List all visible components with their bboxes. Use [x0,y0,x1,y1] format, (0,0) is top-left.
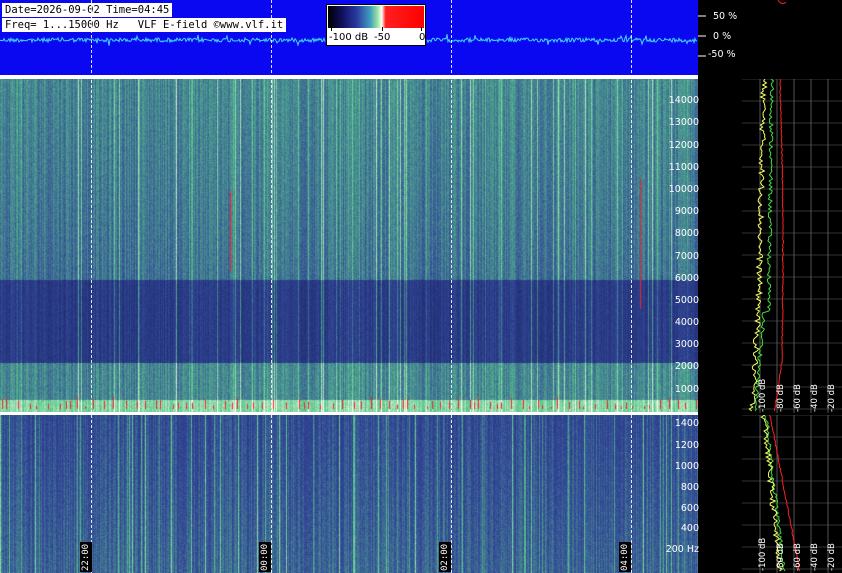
color-scale-min-label: -100 dB [329,32,369,43]
freq-tick-label: 9000 [674,206,699,217]
freq-tick-label: 200 Hz [665,544,699,555]
freq-tick-label: 4000 [674,317,699,328]
frequency-range-label: Freq= 1...15000 Hz VLF E-field ©www.vlf.… [2,18,287,32]
vlf-spectrogram-viewer: Date=2026-09-02 Time=04:45 Freq= 1...150… [0,0,842,573]
freq-tick-label: 1200 [674,440,699,451]
freq-tick-label: 1000 [674,461,699,472]
time-label-0200: 02:00 [439,542,451,572]
time-gridline [91,0,92,573]
freq-tick-label: 14000 [668,95,699,106]
freq-tick-label: 7000 [674,251,699,262]
color-scale-tick [331,27,332,31]
freq-tick-label: 13000 [668,117,699,128]
spectrogram-high-canvas [0,79,698,413]
time-label-2200: 22:00 [80,542,92,572]
amplitude-scale-ticks [698,0,787,57]
color-scale-tick [382,27,383,31]
color-scale-bar [328,6,424,28]
time-label-0000: 00:00 [259,542,271,572]
color-scale-max-label: 0 [419,32,426,43]
freq-tick-label: 8000 [674,228,699,239]
profile-db-label: -100 dB [758,537,768,571]
freq-tick-label: 600 [680,503,699,514]
freq-tick-label: 800 [680,482,699,493]
waveform-strip: Date=2026-09-02 Time=04:45 Freq= 1...150… [0,0,698,76]
time-gridline [271,0,272,573]
spectrogram-0-1500hz [0,415,698,573]
spectrogram-low-canvas [0,415,698,573]
profile-db-label: -40 dB [810,384,820,412]
spectrum-profile-high [742,79,842,413]
color-scale-mid-label: -50 [374,32,391,43]
profile-db-label: -60 dB [793,384,803,412]
profile-db-label: -20 dB [827,543,837,571]
profile-db-label: -100 dB [758,378,768,412]
time-gridline [451,0,452,573]
color-scale-tick [421,27,422,31]
date-time-label: Date=2026-09-02 Time=04:45 [2,3,173,17]
freq-tick-label: 1400 [674,418,699,429]
freq-tick-label: 400 [680,523,699,534]
freq-tick-label: 11000 [668,162,699,173]
freq-tick-label: 2000 [674,361,699,372]
profile-db-label: -80 dB [776,384,786,412]
freq-tick-label: 10000 [668,184,699,195]
profile-db-label: -40 dB [810,543,820,571]
time-gridline [631,0,632,573]
color-scale-legend: -100 dB -50 0 [326,4,426,46]
freq-tick-label: 12000 [668,140,699,151]
time-label-0400: 04:00 [619,542,631,572]
freq-tick-label: 3000 [674,339,699,350]
freq-tick-label: 1000 [674,384,699,395]
freq-tick-label: 5000 [674,295,699,306]
profile-db-label: -60 dB [793,543,803,571]
profile-db-label: -80 dB [776,543,786,571]
freq-tick-label: 6000 [674,273,699,284]
profile-db-label: -20 dB [827,384,837,412]
spectrogram-0-15khz [0,79,698,413]
